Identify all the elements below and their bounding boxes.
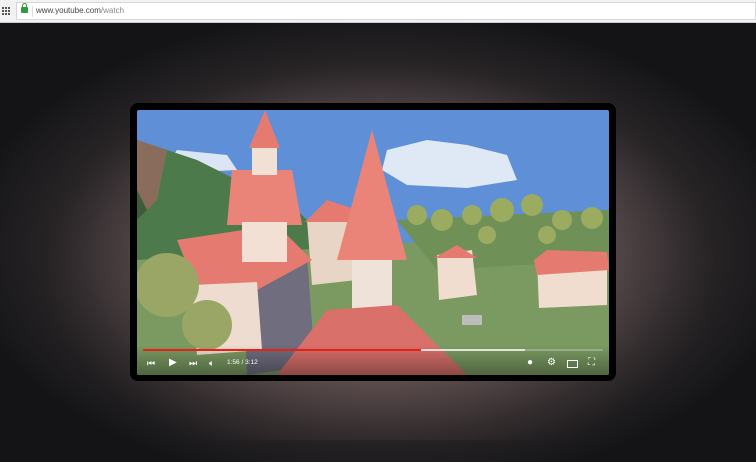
apps-grid-icon[interactable] [1, 6, 10, 15]
progress-bar[interactable] [143, 349, 603, 351]
divider [32, 6, 33, 17]
theater-mode-icon[interactable] [567, 360, 578, 368]
lock-icon [21, 3, 28, 13]
video-frame[interactable]: ⏮ ▶ ⏭ 🔈︎ 1:56 / 3:12 ● ⚙ ⛶ [137, 110, 609, 375]
url-path: /watch [100, 6, 125, 15]
url-host: www.youtube.com [36, 6, 101, 15]
played-bar [143, 349, 421, 351]
time-display: 1:56 / 3:12 [227, 359, 258, 366]
video-scene [137, 110, 609, 375]
browser-toolbar: www.youtube.com/watch [0, 0, 756, 23]
annotations-icon[interactable]: ● [527, 358, 533, 368]
previous-icon[interactable]: ⏮ [147, 358, 155, 368]
settings-icon[interactable]: ⚙ [547, 358, 556, 368]
fullscreen-icon[interactable]: ⛶ [588, 358, 595, 368]
play-icon[interactable]: ▶ [169, 358, 177, 368]
video-player[interactable]: ⏮ ▶ ⏭ 🔈︎ 1:56 / 3:12 ● ⚙ ⛶ [130, 103, 616, 381]
volume-icon[interactable]: 🔈︎ [209, 358, 214, 368]
player-controls: ⏮ ▶ ⏭ 🔈︎ 1:56 / 3:12 ● ⚙ ⛶ [137, 345, 609, 375]
url-text: www.youtube.com/watch [36, 6, 124, 15]
next-icon[interactable]: ⏭ [189, 358, 197, 368]
address-bar[interactable]: www.youtube.com/watch [16, 2, 756, 20]
